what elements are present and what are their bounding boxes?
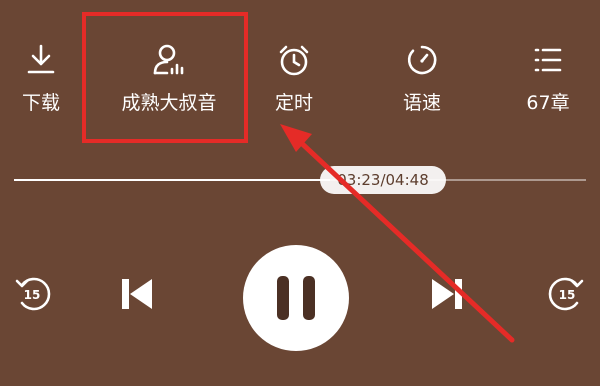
play-pause-button[interactable] bbox=[241, 243, 351, 353]
forward-15-icon: 15 bbox=[548, 277, 584, 311]
annotation-highlight-box bbox=[82, 12, 248, 143]
alarm-clock-icon bbox=[279, 45, 309, 76]
chapters-label: 67章 bbox=[526, 92, 570, 114]
rewind-15-icon: 15 bbox=[15, 277, 51, 311]
skip-next-icon bbox=[432, 279, 462, 309]
download-label: 下载 bbox=[21, 92, 60, 114]
forward-15-button[interactable]: 15 bbox=[539, 276, 589, 312]
timer-label: 定时 bbox=[274, 92, 313, 114]
skip-previous-icon bbox=[122, 279, 152, 309]
timer-button[interactable]: 定时 bbox=[234, 40, 354, 130]
chapter-list-icon bbox=[534, 48, 562, 72]
progress-time-pill[interactable]: 03:23/04:48 bbox=[320, 166, 446, 194]
speed-dial-icon bbox=[407, 45, 437, 75]
next-track-button[interactable] bbox=[426, 273, 468, 315]
download-icon bbox=[27, 44, 55, 74]
chapters-button[interactable]: 67章 bbox=[488, 40, 600, 130]
progress-fill bbox=[14, 179, 330, 181]
speed-label: 语速 bbox=[402, 92, 441, 114]
speed-button[interactable]: 语速 bbox=[362, 40, 482, 130]
rewind-seconds: 15 bbox=[24, 288, 41, 302]
previous-track-button[interactable] bbox=[116, 273, 158, 315]
rewind-15-button[interactable]: 15 bbox=[10, 276, 60, 312]
forward-seconds: 15 bbox=[559, 288, 576, 302]
pause-icon bbox=[243, 245, 349, 351]
